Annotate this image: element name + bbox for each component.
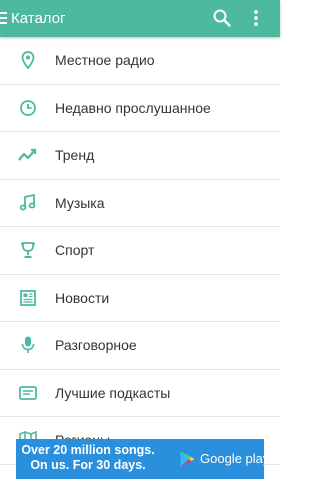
- catalog-item-local-radio[interactable]: Местное радио: [0, 37, 280, 85]
- catalog-item-label: Музыка: [55, 194, 105, 211]
- catalog-item-label: Тренд: [55, 147, 95, 163]
- catalog-item-label: Лучшие подкасты: [55, 384, 171, 401]
- microphone-icon: [21, 336, 35, 353]
- newspaper-icon: [20, 289, 36, 306]
- catalog-item-label: Местное радио: [55, 52, 155, 68]
- more-vertical-icon[interactable]: [252, 8, 260, 28]
- location-pin-icon: [21, 51, 35, 70]
- google-play-label: Google play: [200, 451, 264, 466]
- page-title: Каталог: [11, 10, 66, 27]
- ad-line-2: On us. For 30 days.: [30, 458, 146, 472]
- podcast-icon: [19, 385, 37, 400]
- ad-line-1: Over 20 million songs.: [21, 443, 155, 457]
- catalog-item-recent[interactable]: Недавно прослушанное: [0, 85, 280, 132]
- search-icon[interactable]: [212, 8, 232, 28]
- ad-text: Over 20 million songs. On us. For 30 day…: [18, 443, 158, 473]
- ad-banner[interactable]: Over 20 million songs. On us. For 30 day…: [16, 439, 264, 479]
- catalog-item-talk[interactable]: Разговорное: [0, 322, 280, 370]
- music-note-icon: [19, 193, 36, 210]
- catalog-item-top-podcasts[interactable]: Лучшие подкасты: [0, 370, 280, 417]
- google-play-icon: [180, 451, 195, 467]
- catalog-item-label: Новости: [55, 289, 110, 306]
- catalog-item-news[interactable]: Новости: [0, 275, 280, 322]
- trending-icon: [18, 148, 37, 161]
- catalog-item-trend[interactable]: Тренд: [0, 132, 280, 180]
- catalog-item-music[interactable]: Музыка: [0, 180, 280, 227]
- catalog-item-label: Спорт: [55, 242, 95, 258]
- app-bar: Каталог: [0, 0, 280, 37]
- trophy-icon: [21, 242, 35, 258]
- catalog-item-sport[interactable]: Спорт: [0, 227, 280, 275]
- catalog-item-label: Недавно прослушанное: [55, 99, 211, 116]
- catalog-list: Местное радио Недавно прослушанное Тренд…: [0, 37, 280, 465]
- menu-icon[interactable]: [0, 12, 7, 24]
- clock-icon: [20, 99, 36, 116]
- catalog-item-label: Разговорное: [55, 337, 137, 353]
- google-play-badge[interactable]: Google play: [174, 448, 264, 470]
